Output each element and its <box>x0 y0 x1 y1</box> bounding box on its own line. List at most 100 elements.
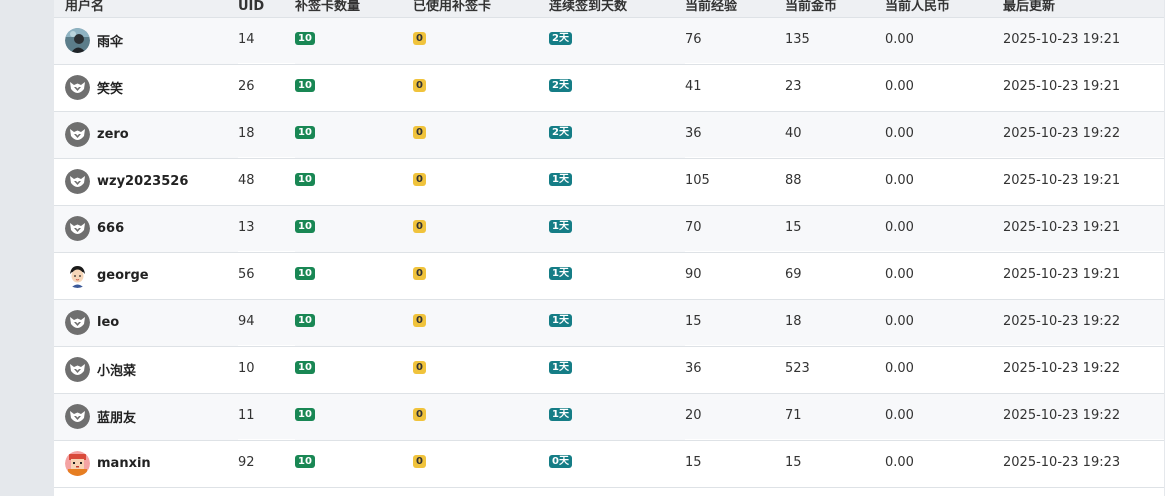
user-cell: george <box>65 263 238 288</box>
cell-uid: 11 <box>238 408 255 423</box>
used-cards-badge: 0 <box>413 267 426 280</box>
username[interactable]: leo <box>97 315 119 330</box>
username[interactable]: 666 <box>97 221 124 236</box>
cell-current-rmb: 0.00 <box>885 79 914 94</box>
header-streak-days[interactable]: 连续签到天数 <box>549 0 685 18</box>
cell-makeup-cards: 10 <box>295 299 413 346</box>
header-username[interactable]: 用户名 <box>54 0 238 18</box>
table-row[interactable]: 666 13 10 0 1天 70 15 0.00 2025-10-23 19:21 <box>54 205 1164 252</box>
username[interactable]: 小泡菜 <box>97 360 136 379</box>
cell-current-rmb: 0.00 <box>885 267 914 282</box>
cell-current-gold: 40 <box>785 126 802 141</box>
header-uid[interactable]: UID <box>238 0 295 18</box>
table-row[interactable]: leo 94 10 0 1天 15 18 0.00 2025-10-23 19:22 <box>54 299 1164 346</box>
cell-used-cards: 0 <box>413 346 549 393</box>
username[interactable]: manxin <box>97 456 151 471</box>
cell-current-gold: 15 <box>785 220 802 235</box>
header-last-updated[interactable]: 最后更新 <box>1003 0 1164 18</box>
header-used-cards[interactable]: 已使用补签卡 <box>413 0 549 18</box>
cell-makeup-cards: 10 <box>295 252 413 299</box>
cell-streak-days: 1天 <box>549 393 685 440</box>
cell-username: 笑笑 <box>54 64 238 111</box>
user-cell: zero <box>65 122 238 147</box>
cell-uid: 56 <box>238 267 255 282</box>
table-row[interactable]: george 56 10 0 1天 90 69 0.00 2025-10-23 19:21 <box>54 252 1164 299</box>
table-row[interactable]: 小泡菜 10 10 0 1天 36 523 0.00 2025-10-23 19:22 <box>54 346 1164 393</box>
cell-current-rmb: 0.00 <box>885 32 914 47</box>
cell-current-exp: 41 <box>685 79 702 94</box>
checkin-table-panel: 用户名 UID 补签卡数量 已使用补签卡 连续签到天数 当前经验 当前金币 当前… <box>54 0 1164 496</box>
cell-uid: 14 <box>238 32 255 47</box>
cell-username: 蓝朋友 <box>54 393 238 440</box>
cell-used-cards: 0 <box>413 440 549 487</box>
cell-streak-days: 2天 <box>549 111 685 158</box>
makeup-cards-badge: 10 <box>295 126 315 139</box>
cell-username: 666 <box>54 205 238 252</box>
makeup-cards-badge: 10 <box>295 361 315 374</box>
pixel-avatar-icon <box>65 451 90 476</box>
cell-last-updated: 2025-10-23 19:23 <box>1003 455 1121 470</box>
table-row[interactable]: manxin 92 10 0 0天 15 15 0.00 2025-10-23 19:23 <box>54 440 1164 487</box>
default-avatar-icon <box>65 310 90 335</box>
makeup-cards-badge: 10 <box>295 79 315 92</box>
username[interactable]: zero <box>97 127 129 142</box>
cell-uid: 13 <box>238 220 255 235</box>
table-body: 雨伞 14 10 0 2天 76 135 0.00 2025-10-23 19:21 笑笑 26 10… <box>54 17 1164 487</box>
header-makeup-cards[interactable]: 补签卡数量 <box>295 0 413 18</box>
cell-current-exp: 76 <box>685 32 702 47</box>
cell-last-updated: 2025-10-23 19:22 <box>1003 126 1121 141</box>
username[interactable]: 雨伞 <box>97 31 123 50</box>
cell-current-gold: 135 <box>785 32 810 47</box>
cell-makeup-cards: 10 <box>295 17 413 64</box>
cell-current-rmb: 0.00 <box>885 173 914 188</box>
cell-uid: 10 <box>238 361 255 376</box>
user-cell: 666 <box>65 216 238 241</box>
streak-days-badge: 2天 <box>549 126 572 139</box>
used-cards-badge: 0 <box>413 32 426 45</box>
cell-last-updated: 2025-10-23 19:21 <box>1003 267 1121 282</box>
cell-last-updated: 2025-10-23 19:21 <box>1003 220 1121 235</box>
username[interactable]: 蓝朋友 <box>97 407 136 426</box>
cell-username: wzy2023526 <box>54 158 238 205</box>
table-header: 用户名 UID 补签卡数量 已使用补签卡 连续签到天数 当前经验 当前金币 当前… <box>54 0 1164 18</box>
cell-uid: 26 <box>238 79 255 94</box>
streak-days-badge: 1天 <box>549 220 572 233</box>
used-cards-badge: 0 <box>413 408 426 421</box>
table-row[interactable]: zero 18 10 0 2天 36 40 0.00 2025-10-23 19:22 <box>54 111 1164 158</box>
cell-uid: 48 <box>238 173 255 188</box>
cell-current-gold: 71 <box>785 408 802 423</box>
makeup-cards-badge: 10 <box>295 32 315 45</box>
default-avatar-icon <box>65 404 90 429</box>
cell-used-cards: 0 <box>413 111 549 158</box>
cell-streak-days: 1天 <box>549 252 685 299</box>
cell-username: 小泡菜 <box>54 346 238 393</box>
cell-uid: 92 <box>238 455 255 470</box>
header-current-rmb[interactable]: 当前人民币 <box>885 0 1003 18</box>
cell-makeup-cards: 10 <box>295 205 413 252</box>
username[interactable]: wzy2023526 <box>97 174 188 189</box>
makeup-cards-badge: 10 <box>295 173 315 186</box>
cell-current-exp: 15 <box>685 314 702 329</box>
used-cards-badge: 0 <box>413 126 426 139</box>
cell-current-gold: 69 <box>785 267 802 282</box>
username[interactable]: george <box>97 268 149 283</box>
streak-days-badge: 2天 <box>549 79 572 92</box>
header-current-exp[interactable]: 当前经验 <box>685 0 785 18</box>
streak-days-badge: 1天 <box>549 408 572 421</box>
header-current-gold[interactable]: 当前金币 <box>785 0 885 18</box>
cell-current-rmb: 0.00 <box>885 314 914 329</box>
table-row[interactable]: 蓝朋友 11 10 0 1天 20 71 0.00 2025-10-23 19:22 <box>54 393 1164 440</box>
default-avatar-icon <box>65 122 90 147</box>
cell-used-cards: 0 <box>413 299 549 346</box>
table-row[interactable]: 雨伞 14 10 0 2天 76 135 0.00 2025-10-23 19:21 <box>54 17 1164 64</box>
user-cell: manxin <box>65 451 238 476</box>
username[interactable]: 笑笑 <box>97 78 123 97</box>
default-avatar-icon <box>65 169 90 194</box>
cell-makeup-cards: 10 <box>295 346 413 393</box>
cell-current-exp: 90 <box>685 267 702 282</box>
cell-last-updated: 2025-10-23 19:21 <box>1003 32 1121 47</box>
user-cell: 雨伞 <box>65 28 238 53</box>
table-row[interactable]: 笑笑 26 10 0 2天 41 23 0.00 2025-10-23 19:21 <box>54 64 1164 111</box>
table-row[interactable]: wzy2023526 48 10 0 1天 105 88 0.00 2025-10-23 19:… <box>54 158 1164 205</box>
header-row: 用户名 UID 补签卡数量 已使用补签卡 连续签到天数 当前经验 当前金币 当前… <box>54 0 1164 18</box>
